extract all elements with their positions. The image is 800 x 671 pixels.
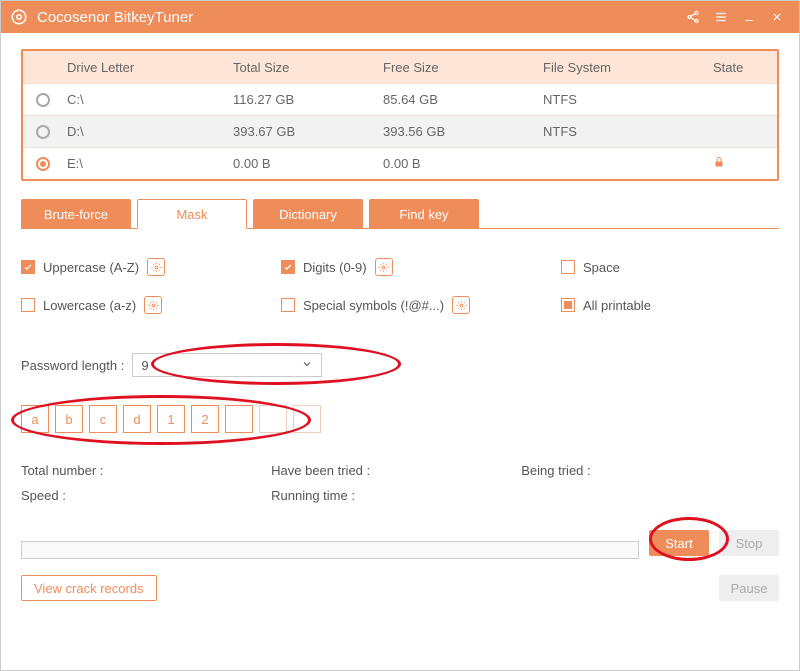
mask-char-box[interactable] — [225, 405, 253, 433]
digits-gear-icon[interactable] — [375, 258, 393, 276]
progress-bar — [21, 541, 639, 559]
method-tabs: Brute-force Mask Dictionary Find key — [21, 199, 779, 229]
mask-input-boxes: a b c d 1 2 — [21, 405, 779, 433]
stat-runtime: Running time : — [271, 488, 521, 503]
titlebar: Cocosenor BitkeyTuner — [1, 1, 799, 33]
mask-char-box[interactable]: 1 — [157, 405, 185, 433]
stat-tried: Have been tried : — [271, 463, 521, 478]
drive-radio-selected[interactable] — [36, 157, 50, 171]
password-length-label: Password length : — [21, 358, 124, 373]
drive-table-header: Drive Letter Total Size Free Size File S… — [23, 51, 777, 83]
col-drive: Drive Letter — [63, 60, 233, 75]
printable-label: All printable — [583, 298, 651, 313]
view-records-button[interactable]: View crack records — [21, 575, 157, 601]
start-button[interactable]: Start — [649, 530, 709, 556]
menu-icon[interactable] — [707, 3, 735, 31]
drive-row[interactable]: D:\ 393.67 GB 393.56 GB NTFS — [23, 115, 777, 147]
col-state: State — [713, 60, 777, 75]
charset-options: Uppercase (A-Z) Digits (0-9) Space Lower… — [21, 245, 779, 333]
lock-icon — [713, 157, 725, 172]
symbols-checkbox[interactable] — [281, 298, 295, 312]
col-total: Total Size — [233, 60, 383, 75]
mask-char-box[interactable]: 2 — [191, 405, 219, 433]
lowercase-checkbox[interactable] — [21, 298, 35, 312]
stop-button[interactable]: Stop — [719, 530, 779, 556]
space-label: Space — [583, 260, 620, 275]
mask-char-box[interactable]: a — [21, 405, 49, 433]
stat-speed: Speed : — [21, 488, 271, 503]
drive-row[interactable]: E:\ 0.00 B 0.00 B — [23, 147, 777, 179]
digits-label: Digits (0-9) — [303, 260, 367, 275]
tab-mask[interactable]: Mask — [137, 199, 247, 229]
mask-char-box[interactable]: c — [89, 405, 117, 433]
uppercase-gear-icon[interactable] — [147, 258, 165, 276]
symbols-label: Special symbols (!@#...) — [303, 298, 444, 313]
share-icon[interactable] — [679, 3, 707, 31]
stats-panel: Total number : Have been tried : Being t… — [21, 463, 779, 513]
lowercase-label: Lowercase (a-z) — [43, 298, 136, 313]
tab-dictionary[interactable]: Dictionary — [253, 199, 363, 229]
digits-checkbox[interactable] — [281, 260, 295, 274]
space-checkbox[interactable] — [561, 260, 575, 274]
pause-button[interactable]: Pause — [719, 575, 779, 601]
lowercase-gear-icon[interactable] — [144, 296, 162, 314]
col-fs: File System — [543, 60, 713, 75]
printable-checkbox[interactable] — [561, 298, 575, 312]
mask-char-box[interactable]: d — [123, 405, 151, 433]
mask-char-box[interactable] — [293, 405, 321, 433]
chevron-down-icon — [301, 358, 313, 373]
col-free: Free Size — [383, 60, 543, 75]
mask-char-box[interactable] — [259, 405, 287, 433]
symbols-gear-icon[interactable] — [452, 296, 470, 314]
close-icon[interactable] — [763, 3, 791, 31]
drive-row[interactable]: C:\ 116.27 GB 85.64 GB NTFS — [23, 83, 777, 115]
tab-find-key[interactable]: Find key — [369, 199, 479, 229]
minimize-icon[interactable] — [735, 3, 763, 31]
app-title: Cocosenor BitkeyTuner — [37, 9, 679, 26]
drive-radio[interactable] — [36, 125, 50, 139]
tab-brute-force[interactable]: Brute-force — [21, 199, 131, 229]
password-length-value: 9 — [141, 358, 148, 373]
drive-radio[interactable] — [36, 93, 50, 107]
app-logo-icon — [9, 7, 29, 27]
uppercase-label: Uppercase (A-Z) — [43, 260, 139, 275]
drive-table: Drive Letter Total Size Free Size File S… — [21, 49, 779, 181]
password-length-select[interactable]: 9 — [132, 353, 322, 377]
mask-char-box[interactable]: b — [55, 405, 83, 433]
stat-total: Total number : — [21, 463, 271, 478]
stat-being: Being tried : — [521, 463, 771, 478]
uppercase-checkbox[interactable] — [21, 260, 35, 274]
